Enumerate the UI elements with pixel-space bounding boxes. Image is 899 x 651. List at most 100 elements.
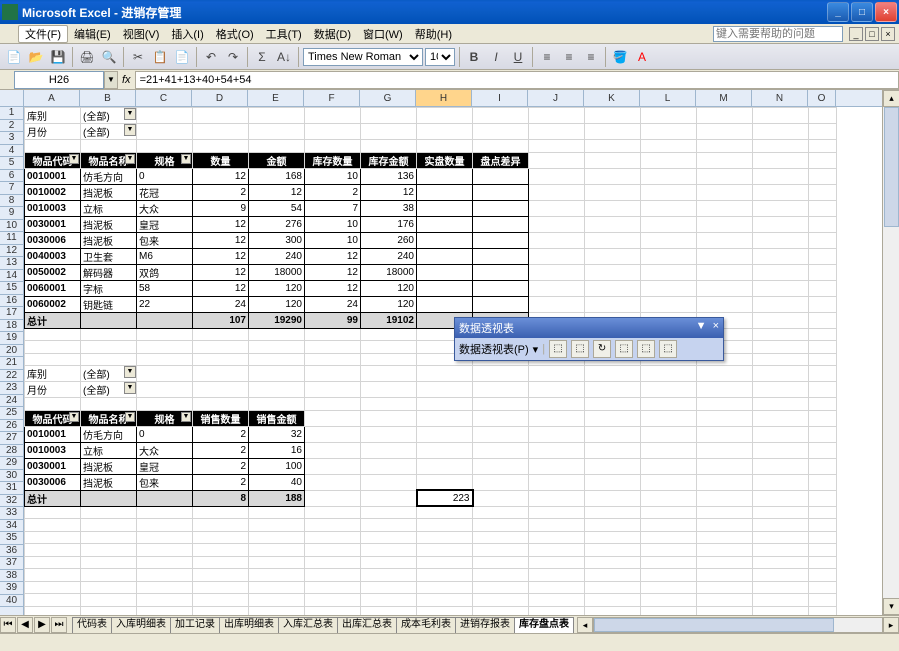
fx-icon[interactable]: fx bbox=[122, 74, 131, 86]
menu-window[interactable]: 窗口(W) bbox=[357, 26, 409, 42]
row-header-36[interactable]: 36 bbox=[0, 545, 23, 558]
row-header-5[interactable]: 5 bbox=[0, 157, 23, 170]
pivot-toolbar-options-icon[interactable]: ▼ bbox=[696, 320, 707, 336]
menu-view[interactable]: 视图(V) bbox=[117, 26, 166, 42]
row-header-13[interactable]: 13 bbox=[0, 257, 23, 270]
row-header-8[interactable]: 8 bbox=[0, 195, 23, 208]
sheet-tab[interactable]: 出库明细表 bbox=[219, 617, 279, 633]
save-icon[interactable]: 💾 bbox=[48, 47, 68, 67]
tab-first-icon[interactable]: ⏮ bbox=[0, 617, 16, 633]
row-header-27[interactable]: 27 bbox=[0, 432, 23, 445]
row-header-39[interactable]: 39 bbox=[0, 582, 23, 595]
row-header-28[interactable]: 28 bbox=[0, 445, 23, 458]
col-header-A[interactable]: A bbox=[24, 90, 80, 106]
pivot-btn-4[interactable]: ⬚ bbox=[615, 340, 633, 358]
sheet-tab[interactable]: 加工记录 bbox=[170, 617, 220, 633]
copy-icon[interactable]: 📋 bbox=[150, 47, 170, 67]
col-header-E[interactable]: E bbox=[248, 90, 304, 106]
mdi-minimize-button[interactable]: _ bbox=[849, 27, 863, 41]
font-name-combo[interactable]: Times New Roman bbox=[303, 48, 423, 66]
font-color-icon[interactable]: A bbox=[632, 47, 652, 67]
print-icon[interactable]: 🖨 bbox=[77, 47, 97, 67]
fill-color-icon[interactable]: 🪣 bbox=[610, 47, 630, 67]
pivot-table-toolbar[interactable]: 数据透视表 ▼ × 数据透视表(P)▾ | ⬚ ⬚ ↻ ⬚ ⬚ ⬚ bbox=[454, 317, 724, 361]
pivot-dropdown-icon[interactable]: ▼ bbox=[181, 154, 191, 164]
sheet-tab[interactable]: 入库汇总表 bbox=[278, 617, 338, 633]
scroll-thumb[interactable] bbox=[884, 107, 899, 227]
pivot-menu-button[interactable]: 数据透视表(P) bbox=[459, 341, 529, 357]
col-header-I[interactable]: I bbox=[472, 90, 528, 106]
name-box[interactable] bbox=[14, 71, 104, 89]
row-header-6[interactable]: 6 bbox=[0, 170, 23, 183]
row-header-33[interactable]: 33 bbox=[0, 507, 23, 520]
horizontal-scrollbar[interactable]: ◂ ▸ bbox=[577, 617, 899, 633]
row-header-17[interactable]: 17 bbox=[0, 307, 23, 320]
col-header-D[interactable]: D bbox=[192, 90, 248, 106]
row-header-22[interactable]: 22 bbox=[0, 370, 23, 383]
col-header-H[interactable]: H bbox=[416, 90, 472, 106]
pivot-btn-5[interactable]: ⬚ bbox=[637, 340, 655, 358]
row-header-10[interactable]: 10 bbox=[0, 220, 23, 233]
new-icon[interactable]: 📄 bbox=[4, 47, 24, 67]
menu-file[interactable]: 文件(F) bbox=[18, 25, 68, 43]
undo-icon[interactable]: ↶ bbox=[201, 47, 221, 67]
row-header-11[interactable]: 11 bbox=[0, 232, 23, 245]
col-header-N[interactable]: N bbox=[752, 90, 808, 106]
name-box-dropdown[interactable]: ▼ bbox=[104, 71, 118, 89]
align-left-icon[interactable]: ≡ bbox=[537, 47, 557, 67]
minimize-button[interactable]: _ bbox=[827, 2, 849, 22]
sheet-tab[interactable]: 出库汇总表 bbox=[337, 617, 397, 633]
col-header-M[interactable]: M bbox=[696, 90, 752, 106]
row-header-18[interactable]: 18 bbox=[0, 320, 23, 333]
row-header-1[interactable]: 1 bbox=[0, 107, 23, 120]
row-header-32[interactable]: 32 bbox=[0, 495, 23, 508]
row-header-2[interactable]: 2 bbox=[0, 120, 23, 133]
preview-icon[interactable]: 🔍 bbox=[99, 47, 119, 67]
redo-icon[interactable]: ↷ bbox=[223, 47, 243, 67]
col-header-O[interactable]: O bbox=[808, 90, 836, 106]
row-header-14[interactable]: 14 bbox=[0, 270, 23, 283]
maximize-button[interactable]: □ bbox=[851, 2, 873, 22]
menu-insert[interactable]: 插入(I) bbox=[165, 26, 209, 42]
tab-prev-icon[interactable]: ◀ bbox=[17, 617, 33, 633]
pivot-dropdown-icon[interactable]: ▼ bbox=[69, 412, 79, 422]
col-header-C[interactable]: C bbox=[136, 90, 192, 106]
row-header-24[interactable]: 24 bbox=[0, 395, 23, 408]
pivot-dropdown-icon[interactable]: ▼ bbox=[69, 154, 79, 164]
row-header-23[interactable]: 23 bbox=[0, 382, 23, 395]
sum-icon[interactable]: Σ bbox=[252, 47, 272, 67]
row-header-38[interactable]: 38 bbox=[0, 570, 23, 583]
pivot-dropdown-icon[interactable]: ▼ bbox=[181, 412, 191, 422]
filter-dropdown-icon[interactable]: ▼ bbox=[124, 108, 136, 120]
scroll-right-icon[interactable]: ▸ bbox=[883, 617, 899, 633]
row-header-4[interactable]: 4 bbox=[0, 145, 23, 158]
col-header-L[interactable]: L bbox=[640, 90, 696, 106]
scroll-left-icon[interactable]: ◂ bbox=[577, 617, 593, 633]
close-button[interactable]: × bbox=[875, 2, 897, 22]
sheet-tab[interactable]: 库存盘点表 bbox=[514, 617, 574, 633]
tab-last-icon[interactable]: ⏭ bbox=[51, 617, 67, 633]
row-header-30[interactable]: 30 bbox=[0, 470, 23, 483]
row-header-25[interactable]: 25 bbox=[0, 407, 23, 420]
row-header-12[interactable]: 12 bbox=[0, 245, 23, 258]
row-header-15[interactable]: 15 bbox=[0, 282, 23, 295]
filter-dropdown-icon[interactable]: ▼ bbox=[124, 124, 136, 136]
pivot-dropdown-icon[interactable]: ▼ bbox=[125, 412, 135, 422]
sheet-tab[interactable]: 代码表 bbox=[72, 617, 112, 633]
scroll-down-icon[interactable]: ▾ bbox=[883, 598, 899, 615]
row-header-20[interactable]: 20 bbox=[0, 345, 23, 358]
mdi-restore-button[interactable]: □ bbox=[865, 27, 879, 41]
cells[interactable]: 库别(全部)▼月份(全部)▼物品代码▼物品名称▼规格▼数量金额库存数量库存金额实… bbox=[24, 107, 837, 615]
row-header-34[interactable]: 34 bbox=[0, 520, 23, 533]
menu-edit[interactable]: 编辑(E) bbox=[68, 26, 117, 42]
menu-tools[interactable]: 工具(T) bbox=[260, 26, 308, 42]
row-header-19[interactable]: 19 bbox=[0, 332, 23, 345]
col-header-B[interactable]: B bbox=[80, 90, 136, 106]
row-header-9[interactable]: 9 bbox=[0, 207, 23, 220]
pivot-btn-3[interactable]: ↻ bbox=[593, 340, 611, 358]
tab-next-icon[interactable]: ▶ bbox=[34, 617, 50, 633]
row-header-7[interactable]: 7 bbox=[0, 182, 23, 195]
select-all-corner[interactable] bbox=[0, 90, 23, 107]
underline-icon[interactable]: U bbox=[508, 47, 528, 67]
sort-asc-icon[interactable]: A↓ bbox=[274, 47, 294, 67]
